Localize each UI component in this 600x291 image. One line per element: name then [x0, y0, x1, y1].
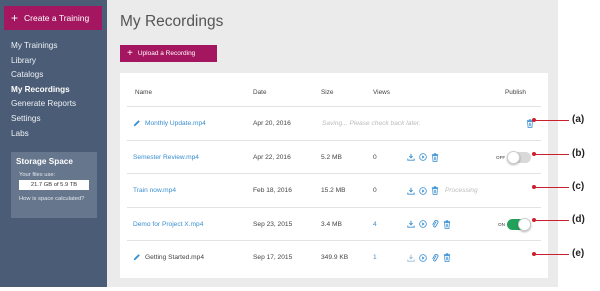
upload-recording-button[interactable]: + Upload a Recording	[120, 45, 217, 62]
publish-toggle-knob	[507, 150, 520, 164]
recording-views[interactable]: 4	[373, 208, 377, 242]
callout-label: (e)	[572, 248, 585, 259]
recording-size: 3.4 MB	[321, 220, 342, 228]
recording-actions	[407, 241, 455, 275]
recording-name[interactable]: Semester Review.mp4	[133, 141, 199, 175]
publish-toggle[interactable]	[507, 217, 531, 231]
recording-size: 5.2 MB	[321, 153, 342, 161]
column-header-date[interactable]: Date	[253, 89, 267, 96]
table-row: Semester Review.mp4 Apr 22, 2016 5.2 MB …	[127, 139, 541, 175]
recording-name[interactable]: Monthly Update.mp4	[133, 107, 206, 141]
recording-name[interactable]: Demo for Project X.mp4	[133, 208, 203, 242]
sidebar-item-my-trainings[interactable]: My Trainings	[11, 39, 76, 54]
recording-size: 15.2 MB	[321, 187, 346, 195]
app-window: + Create a Training My Trainings Library…	[0, 0, 600, 291]
callout-label: (a)	[572, 114, 585, 125]
callout-line	[535, 153, 569, 155]
recording-date: Apr 20, 2016	[253, 120, 291, 128]
recording-views: 0	[373, 153, 377, 161]
publish-toggle-label: ON	[498, 221, 505, 227]
column-header-publish[interactable]: Publish	[505, 89, 526, 96]
recording-size: 349.9 KB	[321, 254, 349, 262]
play-icon[interactable]	[419, 153, 427, 162]
recording-name-text: Getting Started.mp4	[145, 254, 205, 262]
play-icon[interactable]	[419, 186, 427, 195]
callout-line	[535, 219, 569, 221]
play-icon[interactable]	[419, 253, 427, 262]
sidebar: + Create a Training My Trainings Library…	[0, 0, 107, 287]
recording-actions: Processing	[407, 174, 478, 208]
status-text: Processing	[445, 187, 478, 195]
recording-views[interactable]: 1	[373, 241, 377, 275]
upload-recording-label: Upload a Recording	[137, 50, 196, 57]
plus-icon: +	[11, 11, 19, 25]
link-icon[interactable]	[431, 253, 439, 262]
recording-views: 0	[373, 187, 377, 195]
column-header-size[interactable]: Size	[321, 89, 333, 96]
callout-label: (b)	[572, 148, 585, 159]
storage-calc-link[interactable]: How is space calculated?	[19, 196, 92, 202]
sidebar-item-settings[interactable]: Settings	[11, 112, 76, 127]
pencil-icon[interactable]	[133, 119, 141, 129]
recordings-table: Name Date Size Views Publish Monthly Upd…	[120, 73, 548, 278]
recording-actions	[407, 208, 455, 242]
table-row: Train now.mp4 Feb 18, 2016 15.2 MB 0 Pro…	[127, 173, 541, 207]
link-icon[interactable]	[431, 220, 439, 228]
table-row: Monthly Update.mp4 Apr 20, 2016 Saving..…	[127, 106, 541, 140]
storage-title: Storage Space	[16, 157, 73, 166]
download-icon[interactable]	[407, 254, 415, 262]
publish-toggle-knob	[518, 217, 531, 231]
recording-date: Sep 17, 2015	[253, 254, 293, 262]
trash-icon[interactable]	[431, 153, 439, 162]
sidebar-item-labs[interactable]: Labs	[11, 127, 76, 142]
recording-actions	[526, 107, 538, 141]
storage-panel: Storage Space Your files use: 21.7 GB of…	[11, 152, 97, 218]
pencil-icon[interactable]	[133, 253, 141, 263]
download-icon[interactable]	[407, 153, 415, 161]
callout-label: (c)	[572, 181, 585, 192]
recording-name[interactable]: Getting Started.mp4	[133, 241, 204, 275]
trash-icon[interactable]	[431, 186, 439, 196]
plus-icon: +	[127, 47, 133, 59]
callout-line	[535, 253, 569, 255]
storage-usage-value: 21.7 GB of 5.9 TB	[19, 180, 89, 190]
create-training-label: Create a Training	[24, 13, 90, 23]
recording-name-text: Monthly Update.mp4	[145, 120, 206, 128]
publish-toggle-label: OFF	[496, 154, 506, 160]
recording-date: Apr 22, 2016	[253, 153, 291, 161]
table-row: Demo for Project X.mp4 Sep 23, 2015 3.4 …	[127, 206, 541, 242]
callout-label: (d)	[572, 214, 585, 225]
sidebar-item-generate-reports[interactable]: Generate Reports	[11, 97, 76, 112]
callout-line	[535, 186, 569, 188]
publish-toggle[interactable]	[507, 150, 531, 164]
recording-date: Sep 23, 2015	[253, 220, 293, 228]
column-header-name[interactable]: Name	[135, 89, 152, 96]
sidebar-item-my-recordings[interactable]: My Recordings	[11, 83, 76, 98]
status-text: Saving... Please check back later.	[322, 120, 421, 128]
recording-date: Feb 18, 2016	[253, 187, 292, 195]
trash-icon[interactable]	[443, 220, 451, 229]
sidebar-item-library[interactable]: Library	[11, 54, 76, 69]
download-icon[interactable]	[407, 187, 415, 195]
sidebar-nav: My Trainings Library Catalogs My Recordi…	[11, 39, 76, 141]
storage-usage-label: Your files use:	[19, 172, 56, 178]
callout-line	[535, 119, 569, 121]
download-icon[interactable]	[407, 220, 415, 228]
recording-actions	[407, 141, 443, 175]
play-icon[interactable]	[419, 220, 427, 229]
table-row: Getting Started.mp4 Sep 17, 2015 349.9 K…	[127, 240, 541, 274]
page-title: My Recordings	[120, 13, 224, 30]
trash-icon[interactable]	[443, 253, 451, 263]
recording-name[interactable]: Train now.mp4	[133, 174, 176, 208]
create-training-button[interactable]: + Create a Training	[4, 6, 102, 30]
column-header-views[interactable]: Views	[373, 89, 390, 96]
main-content: My Recordings + Upload a Recording Name …	[107, 0, 558, 287]
sidebar-item-catalogs[interactable]: Catalogs	[11, 68, 76, 83]
